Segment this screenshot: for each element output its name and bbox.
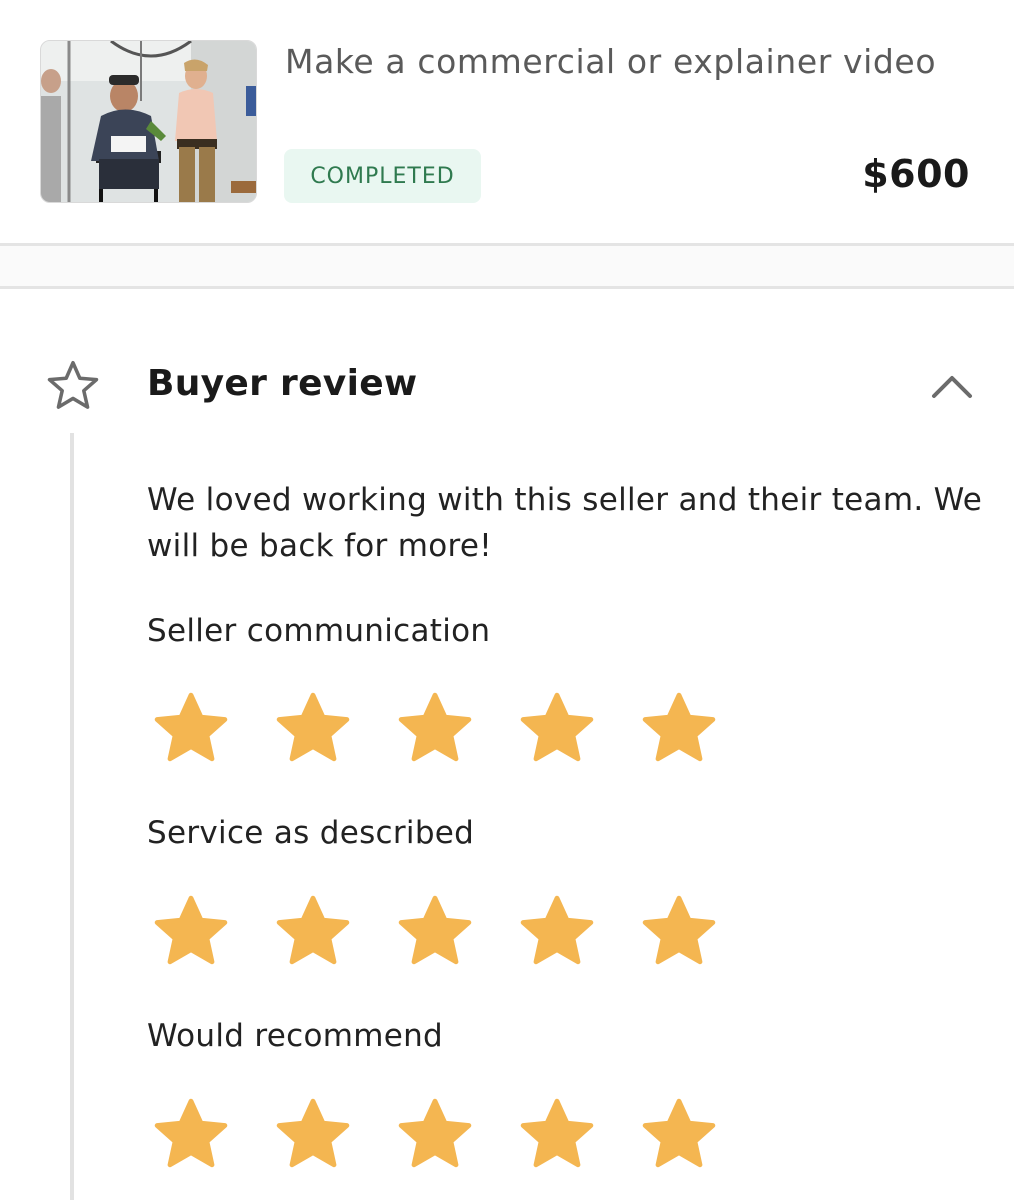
review-heading: Buyer review	[147, 363, 418, 404]
order-title[interactable]: Make a commercial or explainer video	[285, 42, 936, 81]
star-outline-icon	[44, 359, 102, 413]
order-card[interactable]: Make a commercial or explainer video COM…	[0, 0, 1014, 244]
timeline-line	[70, 433, 74, 1200]
star-filled-icon	[154, 1098, 228, 1168]
order-thumbnail	[40, 40, 257, 203]
star-filled-icon	[520, 895, 594, 965]
rating-stars-communication	[150, 689, 730, 767]
star-filled-icon	[276, 895, 350, 965]
collapse-toggle[interactable]	[925, 365, 979, 405]
star-filled-icon	[642, 895, 716, 965]
star-filled-icon	[520, 1098, 594, 1168]
star-filled-icon	[398, 692, 472, 762]
review-text: We loved working with this seller and th…	[147, 482, 983, 564]
rating-label-service: Service as described	[147, 815, 475, 851]
star-filled-icon	[276, 1098, 350, 1168]
buyer-review-section: Buyer review We loved working with this …	[0, 289, 1014, 1200]
star-filled-icon	[398, 895, 472, 965]
rating-stars-recommend	[150, 1095, 730, 1173]
star-filled-icon	[642, 1098, 716, 1168]
video-production-photo	[41, 41, 256, 202]
star-filled-icon	[642, 692, 716, 762]
star-filled-icon	[154, 895, 228, 965]
section-divider	[0, 243, 1014, 289]
star-filled-icon	[276, 692, 350, 762]
star-filled-icon	[520, 692, 594, 762]
chevron-up-icon	[932, 376, 972, 398]
order-price: $600	[862, 152, 970, 196]
rating-label-communication: Seller communication	[147, 613, 491, 649]
star-filled-icon	[154, 692, 228, 762]
status-badge: COMPLETED	[284, 149, 481, 203]
rating-label-recommend: Would recommend	[147, 1018, 444, 1054]
star-filled-icon	[398, 1098, 472, 1168]
rating-stars-service	[150, 892, 730, 970]
